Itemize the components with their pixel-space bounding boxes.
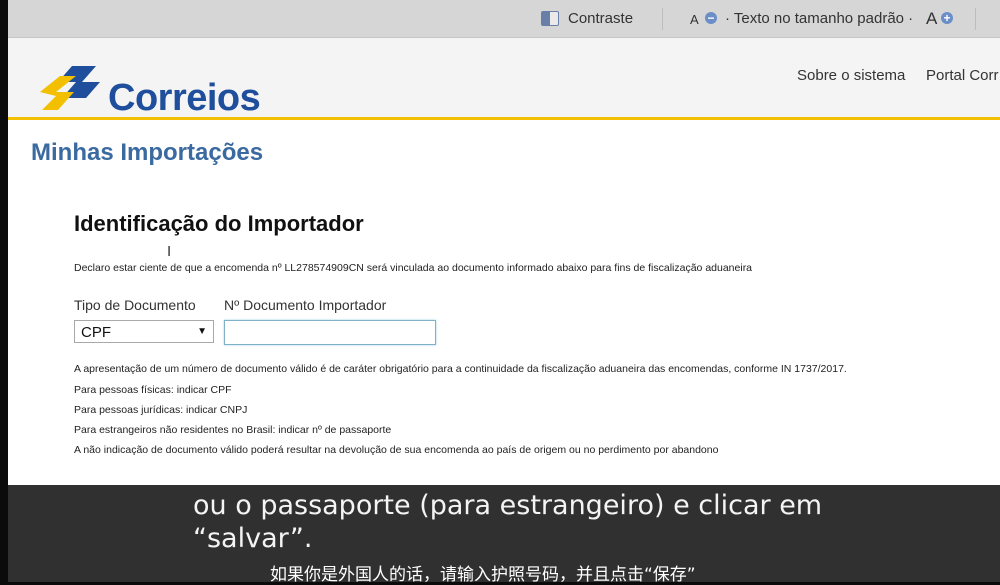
doc-type-select[interactable]: CPF ▼ [74, 320, 214, 343]
note-line: Para pessoas físicas: indicar CPF [74, 384, 232, 396]
contrast-icon[interactable] [541, 11, 559, 26]
doc-number-label: Nº Documento Importador [224, 297, 387, 313]
text-cursor-icon: I [167, 243, 172, 260]
font-increase-icon[interactable]: + [941, 12, 953, 24]
declaration-text: Declaro estar ciente de que a encomenda … [74, 262, 753, 274]
accessibility-bar: Contraste A − · Texto no tamanho padrão … [8, 0, 1000, 38]
correios-logo-icon[interactable] [36, 64, 108, 114]
note-line: A apresentação de um número de documento… [74, 363, 847, 375]
nav-about-link[interactable]: Sobre o sistema [797, 67, 905, 84]
doc-number-input[interactable] [224, 320, 436, 345]
nav-portal-link[interactable]: Portal Corr [926, 67, 999, 84]
note-line: Para pessoas jurídicas: indicar CNPJ [74, 404, 248, 416]
logo-text[interactable]: Correios [108, 77, 261, 120]
subtitle-line-cn: 如果你是外国人的话，请输入护照号码，并且点击“保存” [270, 565, 696, 585]
site-header: Correios Sobre o sistema Portal Corr [8, 38, 1000, 120]
note-line: A não indicação de documento válido pode… [74, 444, 719, 456]
browser-viewport: Contraste A − · Texto no tamanho padrão … [8, 0, 1000, 485]
doc-type-value: CPF [81, 324, 111, 341]
note-line: Para estrangeiros não residentes no Bras… [74, 424, 392, 436]
font-size-status: · Texto no tamanho padrão · [725, 10, 914, 27]
subtitle-line-pt-2: “salvar”. [193, 523, 313, 554]
page-title: Minhas Importações [31, 139, 264, 166]
font-increase-label[interactable]: A [926, 9, 937, 29]
subtitle-line-pt-1: ou o passaporte (para estrangeiro) e cli… [193, 490, 823, 521]
contrast-link[interactable]: Contraste [568, 10, 633, 27]
doc-type-label: Tipo de Documento [74, 297, 196, 313]
dropdown-arrow-icon: ▼ [197, 326, 207, 337]
topbar-divider [662, 8, 663, 30]
font-decrease-label[interactable]: A [690, 12, 699, 27]
section-title: Identificação do Importador [74, 211, 364, 236]
font-decrease-icon[interactable]: − [705, 12, 717, 24]
topbar-divider [975, 8, 976, 30]
